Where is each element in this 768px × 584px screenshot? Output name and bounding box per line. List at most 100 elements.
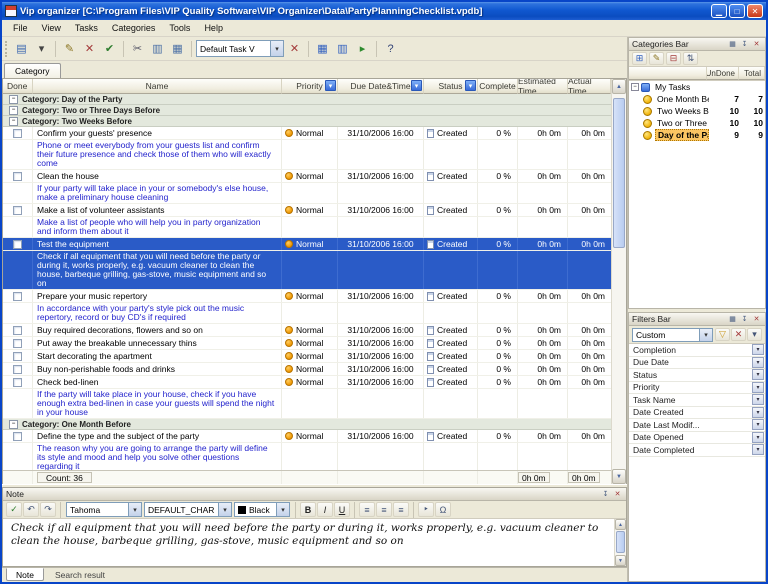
task-row[interactable]: Buy required decorations, flowers and so… bbox=[3, 324, 611, 337]
dropdown-icon[interactable]: ▾ bbox=[128, 503, 141, 516]
delete-category-icon[interactable]: ⊟ bbox=[666, 52, 681, 65]
filter-field-row[interactable]: Status▾ bbox=[629, 369, 765, 382]
filter-field-row[interactable]: Date Last Modif...▾ bbox=[629, 419, 765, 432]
filter-dropdown-icon[interactable]: ▾ bbox=[752, 407, 764, 418]
column-header-status[interactable]: Status▾ bbox=[424, 79, 478, 94]
filter-dropdown-icon[interactable]: ▾ bbox=[752, 344, 764, 355]
task-note-row[interactable]: If your party will take place in your or… bbox=[3, 183, 611, 204]
filter-field-row[interactable]: Completion▾ bbox=[629, 344, 765, 357]
bottom-tab-note[interactable]: Note bbox=[6, 568, 44, 581]
filter-dropdown-icon[interactable]: ▾ bbox=[752, 419, 764, 430]
priority-filter-icon[interactable]: ▾ bbox=[325, 80, 336, 91]
bullet-list-icon[interactable]: ‣ bbox=[418, 502, 434, 517]
total-column-header[interactable]: Total bbox=[739, 67, 765, 80]
task-note-row[interactable]: Phone or meet everybody from your guests… bbox=[3, 140, 611, 170]
category-row[interactable]: −Category: Two or Three Days Before bbox=[3, 105, 611, 116]
category-tree-item[interactable]: One Month Befo...77 bbox=[629, 93, 765, 105]
edit-category-icon[interactable]: ✎ bbox=[649, 52, 664, 65]
scrollbar-track[interactable] bbox=[615, 530, 626, 555]
filter-dropdown-icon[interactable]: ▾ bbox=[752, 444, 764, 455]
done-checkbox[interactable] bbox=[13, 129, 22, 138]
view-grid-icon[interactable]: ▦ bbox=[313, 39, 332, 58]
pin-icon[interactable]: ↧ bbox=[739, 39, 750, 49]
complete-task-icon[interactable]: ✔ bbox=[100, 39, 119, 58]
column-header-done[interactable]: Done bbox=[3, 79, 33, 94]
tab-category[interactable]: Category bbox=[4, 63, 61, 78]
dropdown-icon[interactable]: ▾ bbox=[218, 503, 231, 516]
task-note-row[interactable]: Check if all equipment that you will nee… bbox=[3, 251, 611, 290]
note-editor[interactable]: Check if all equipment that you will nee… bbox=[3, 519, 614, 566]
italic-icon[interactable]: I bbox=[317, 502, 333, 517]
column-header-priority[interactable]: Priority▾ bbox=[282, 79, 338, 94]
maximize-button[interactable]: □ bbox=[729, 4, 745, 18]
filter-dropdown-icon[interactable]: ▾ bbox=[752, 382, 764, 393]
scrollbar-thumb[interactable] bbox=[613, 98, 625, 248]
task-row[interactable]: Buy non-perishable foods and drinksNorma… bbox=[3, 363, 611, 376]
category-row[interactable]: −Category: Two Weeks Before bbox=[3, 116, 611, 127]
close-button[interactable]: ✕ bbox=[747, 4, 763, 18]
align-left-icon[interactable]: ≡ bbox=[359, 502, 375, 517]
filter-dropdown-icon[interactable]: ▾ bbox=[752, 432, 764, 443]
table-scrollbar[interactable]: ▲ ▼ bbox=[611, 79, 626, 484]
category-row[interactable]: −Category: One Month Before bbox=[3, 419, 611, 430]
collapse-icon[interactable]: − bbox=[9, 95, 18, 104]
done-checkbox[interactable] bbox=[13, 240, 22, 249]
scrollbar-track[interactable] bbox=[612, 94, 626, 469]
title-bar[interactable]: Vip organizer [C:\Program Files\VIP Qual… bbox=[2, 2, 766, 20]
task-row[interactable]: Clean the houseNormal31/10/2006 16:00Cre… bbox=[3, 170, 611, 183]
column-header-estimated[interactable]: Estimated Time bbox=[518, 79, 568, 94]
task-note-row[interactable]: In accordance with your party's style pi… bbox=[3, 303, 611, 324]
done-checkbox[interactable] bbox=[13, 378, 22, 387]
done-checkbox[interactable] bbox=[13, 432, 22, 441]
pin-icon[interactable]: ↧ bbox=[600, 489, 611, 499]
collapse-icon[interactable]: − bbox=[9, 117, 18, 126]
filter-field-row[interactable]: Due Date▾ bbox=[629, 357, 765, 370]
undo-icon[interactable]: ↶ bbox=[23, 502, 39, 517]
collapse-icon[interactable]: − bbox=[9, 420, 18, 429]
done-checkbox[interactable] bbox=[13, 326, 22, 335]
scroll-up-icon[interactable]: ▲ bbox=[612, 79, 626, 94]
categories-bar-header[interactable]: Categories Bar ▦↧✕ bbox=[629, 38, 765, 51]
column-header-complete[interactable]: Complete bbox=[478, 79, 518, 94]
apply-filter-icon[interactable]: ▽ bbox=[715, 328, 730, 341]
filter-field-row[interactable]: Priority▾ bbox=[629, 382, 765, 395]
redo-icon[interactable]: ↷ bbox=[40, 502, 56, 517]
bottom-tab-search-result[interactable]: Search result bbox=[45, 568, 115, 581]
undone-column-header[interactable]: UnDone bbox=[707, 67, 739, 80]
scroll-up-icon[interactable]: ▲ bbox=[615, 519, 626, 530]
help-icon[interactable]: ? bbox=[381, 39, 400, 58]
category-row[interactable]: −Category: Day of the Party bbox=[3, 94, 611, 105]
go-icon[interactable]: ▸ bbox=[353, 39, 372, 58]
status-filter-icon[interactable]: ▾ bbox=[465, 80, 476, 91]
done-checkbox[interactable] bbox=[13, 206, 22, 215]
dropdown-icon[interactable]: ▾ bbox=[276, 503, 289, 516]
my-tasks-root[interactable]: − My Tasks bbox=[629, 81, 765, 93]
bar-menu-icon[interactable]: ▦ bbox=[727, 39, 738, 49]
due-filter-icon[interactable]: ▾ bbox=[411, 80, 422, 91]
menu-item-tools[interactable]: Tools bbox=[162, 22, 197, 34]
color-combo[interactable]: Black ▾ bbox=[234, 502, 290, 517]
task-view-combo[interactable]: Default Task V ▾ bbox=[196, 40, 284, 57]
new-task-dropdown-icon[interactable]: ▾ bbox=[32, 39, 51, 58]
clear-filter-icon[interactable]: ✕ bbox=[731, 328, 746, 341]
new-task-icon[interactable]: ▤ bbox=[12, 39, 31, 58]
menu-item-categories[interactable]: Categories bbox=[105, 22, 163, 34]
underline-icon[interactable]: U bbox=[334, 502, 350, 517]
task-row[interactable]: Confirm your guests' presenceNormal31/10… bbox=[3, 127, 611, 140]
align-right-icon[interactable]: ≡ bbox=[393, 502, 409, 517]
font-combo[interactable]: Tahoma ▾ bbox=[66, 502, 142, 517]
dropdown-icon[interactable]: ▾ bbox=[270, 41, 283, 56]
cut-icon[interactable]: ✂ bbox=[128, 39, 147, 58]
minimize-button[interactable]: ▁ bbox=[711, 4, 727, 18]
toolbar-grip[interactable] bbox=[5, 41, 8, 57]
menu-item-file[interactable]: File bbox=[6, 22, 35, 34]
task-row[interactable]: Prepare your music repertoryNormal31/10/… bbox=[3, 290, 611, 303]
filter-field-row[interactable]: Date Opened▾ bbox=[629, 432, 765, 445]
note-scrollbar-thumb[interactable] bbox=[616, 531, 625, 553]
category-tree-item[interactable]: Two or Three D...1010 bbox=[629, 117, 765, 129]
task-note-row[interactable]: Make a list of people who will help you … bbox=[3, 217, 611, 238]
filters-bar-header[interactable]: Filters Bar ▦↧✕ bbox=[629, 313, 765, 326]
clear-task-view-icon[interactable]: ✕ bbox=[285, 39, 304, 58]
delete-task-icon[interactable]: ✕ bbox=[80, 39, 99, 58]
task-row[interactable]: Check bed-linenNormal31/10/2006 16:00Cre… bbox=[3, 376, 611, 389]
